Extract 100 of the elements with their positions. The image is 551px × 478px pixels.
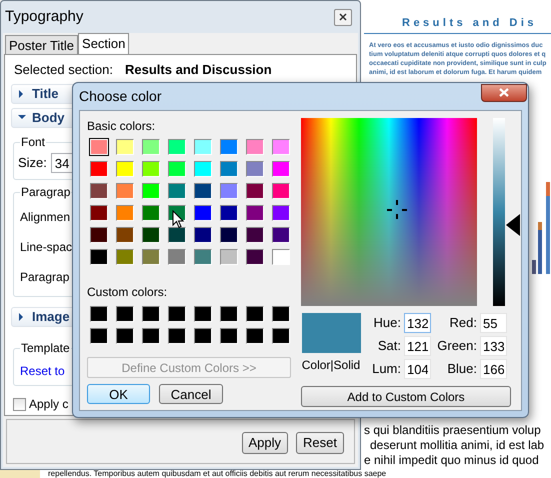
color-swatch[interactable]	[246, 306, 264, 322]
color-swatch[interactable]	[168, 227, 186, 243]
desktop-background	[0, 470, 40, 478]
color-swatch[interactable]	[168, 139, 186, 155]
field-label: Lum:	[372, 360, 401, 378]
color-swatch[interactable]	[142, 139, 160, 155]
color-swatch[interactable]	[168, 183, 186, 199]
color-swatch[interactable]	[220, 161, 238, 177]
color-swatch[interactable]	[194, 139, 212, 155]
number-field[interactable]: 166	[480, 359, 507, 379]
color-swatch[interactable]	[142, 227, 160, 243]
color-swatch[interactable]	[246, 328, 264, 344]
color-swatch[interactable]	[116, 227, 134, 243]
dialog-button[interactable]: Reset	[296, 432, 344, 454]
add-to-custom-colors-button[interactable]: Add to Custom Colors	[301, 386, 511, 407]
color-swatch[interactable]	[116, 161, 134, 177]
color-swatch[interactable]	[246, 139, 264, 155]
color-swatch[interactable]	[116, 249, 134, 265]
color-swatch[interactable]	[168, 249, 186, 265]
preview-label: Color|Solid	[302, 357, 360, 374]
checkbox-label: Apply c	[29, 396, 68, 413]
color-swatch[interactable]	[90, 249, 108, 265]
color-swatch[interactable]	[116, 139, 134, 155]
group-label: Template	[20, 340, 71, 356]
poster-heading: Results and Dis	[402, 16, 538, 31]
color-swatch[interactable]	[220, 139, 238, 155]
section-name: Results and Discussion	[125, 61, 272, 80]
color-swatch[interactable]	[142, 249, 160, 265]
color-swatch[interactable]	[272, 161, 290, 177]
ok-button[interactable]: OK	[87, 384, 150, 404]
window-title: Typography	[5, 6, 84, 27]
checkbox[interactable]	[13, 398, 26, 410]
luminance-bar[interactable]	[493, 118, 505, 306]
number-field[interactable]: 121	[404, 336, 431, 356]
color-swatch[interactable]	[90, 306, 108, 322]
color-swatch[interactable]	[246, 183, 264, 199]
field-label: Sat:	[378, 337, 401, 356]
color-swatch[interactable]	[246, 205, 264, 221]
color-swatch[interactable]	[272, 306, 290, 322]
color-swatch[interactable]	[116, 306, 134, 322]
close-button[interactable]	[481, 84, 527, 102]
color-swatch[interactable]	[142, 205, 160, 221]
dialog-button[interactable]: Apply	[242, 432, 288, 454]
number-field[interactable]: 55	[480, 313, 507, 333]
color-swatch[interactable]	[90, 205, 108, 221]
close-button[interactable]	[334, 8, 352, 26]
section-label: Custom colors:	[87, 285, 168, 299]
color-swatch[interactable]	[142, 328, 160, 344]
color-swatch[interactable]	[246, 227, 264, 243]
color-swatch[interactable]	[220, 306, 238, 322]
color-swatch[interactable]	[220, 249, 238, 265]
color-swatch[interactable]	[194, 328, 212, 344]
color-swatch[interactable]	[246, 249, 264, 265]
field-label: Selected section:	[14, 61, 114, 80]
poster-text-line: e nihil impedit quo minus id quod	[364, 453, 540, 468]
color-swatch[interactable]	[220, 328, 238, 344]
number-field[interactable]: 133	[480, 336, 507, 356]
color-swatch[interactable]	[194, 227, 212, 243]
section-label: Basic colors:	[87, 119, 156, 133]
color-swatch[interactable]	[116, 183, 134, 199]
number-field[interactable]: 104	[404, 359, 431, 379]
color-swatch[interactable]	[220, 227, 238, 243]
color-swatch[interactable]	[246, 161, 264, 177]
color-swatch[interactable]	[272, 328, 290, 344]
color-swatch[interactable]	[90, 328, 108, 344]
color-swatch[interactable]	[116, 205, 134, 221]
color-swatch[interactable]	[220, 205, 238, 221]
color-swatch[interactable]	[272, 249, 290, 265]
color-swatch[interactable]	[272, 227, 290, 243]
color-swatch[interactable]	[272, 183, 290, 199]
color-swatch[interactable]	[194, 249, 212, 265]
color-swatch[interactable]	[220, 183, 238, 199]
color-swatch[interactable]	[194, 183, 212, 199]
number-field[interactable]: 132	[404, 313, 431, 333]
color-swatch[interactable]	[142, 306, 160, 322]
color-swatch[interactable]	[116, 328, 134, 344]
color-swatch[interactable]	[142, 183, 160, 199]
color-swatch[interactable]	[194, 306, 212, 322]
poster-text-line: repellendus. Temporibus autem quibusdam et aut officiis debitis aut rerum necessitatibus saepe	[48, 470, 386, 478]
close-icon	[499, 88, 509, 97]
color-swatch[interactable]	[90, 161, 108, 177]
color-swatch[interactable]	[168, 306, 186, 322]
tab[interactable]: Section	[78, 33, 130, 54]
tab[interactable]: Poster Title	[5, 35, 78, 54]
color-swatch[interactable]	[272, 205, 290, 221]
color-swatch[interactable]	[90, 183, 108, 199]
color-swatch[interactable]	[168, 161, 186, 177]
color-swatch[interactable]	[194, 205, 212, 221]
color-swatch[interactable]	[194, 161, 212, 177]
cancel-button[interactable]: Cancel	[159, 384, 223, 404]
field-label: Size:	[18, 154, 47, 172]
color-swatch[interactable]	[90, 227, 108, 243]
color-swatch[interactable]	[168, 328, 186, 344]
field-label: Green:	[437, 337, 477, 356]
color-swatch[interactable]	[272, 139, 290, 155]
mouse-pointer-icon	[172, 210, 184, 229]
reset-link[interactable]: Reset to	[20, 362, 65, 380]
color-swatch[interactable]	[142, 161, 160, 177]
field-label: Line-spac	[20, 239, 72, 256]
field-label: Alignmen	[20, 209, 72, 226]
